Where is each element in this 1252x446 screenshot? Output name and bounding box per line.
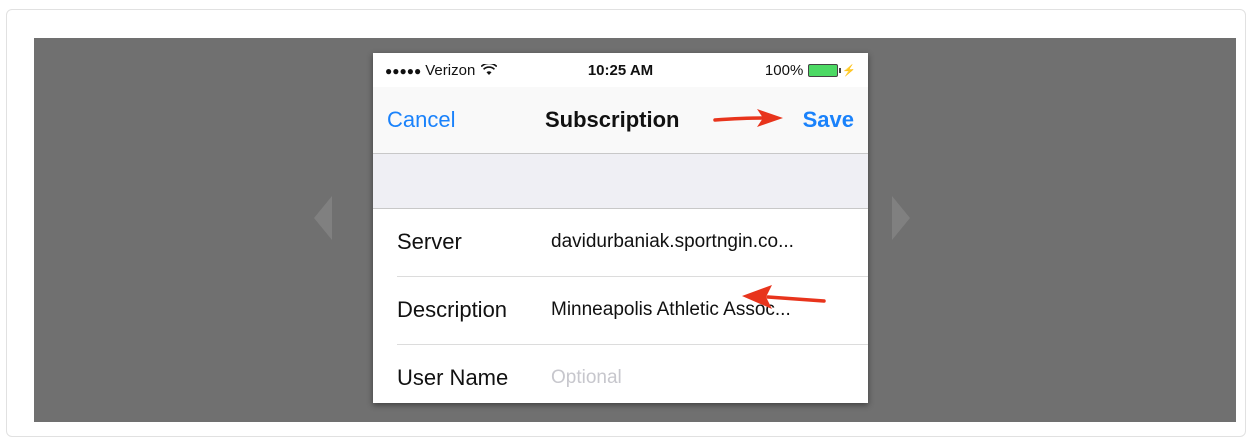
battery-icon <box>808 64 842 77</box>
arrow-to-save-icon <box>713 109 783 127</box>
status-bar: ●●●●● Verizon 10:25 AM 100% ⚡ <box>373 53 868 87</box>
background-right-arrow-icon <box>892 196 910 240</box>
user-name-label: User Name <box>397 365 509 390</box>
cancel-button[interactable]: Cancel <box>387 107 455 133</box>
battery-percent: 100% <box>764 62 804 79</box>
user-name-field[interactable] <box>551 367 851 389</box>
background-left-arrow-icon <box>314 196 332 240</box>
server-label: Server <box>397 229 462 254</box>
page-title: Subscription <box>545 107 680 132</box>
save-button[interactable]: Save <box>803 107 854 133</box>
arrow-to-description-icon <box>742 285 826 309</box>
section-spacer <box>373 154 868 209</box>
bolt-icon: ⚡ <box>842 65 856 77</box>
navigation-bar: Cancel Subscription Save <box>373 87 868 154</box>
ios-screen: ●●●●● Verizon 10:25 AM 100% ⚡ Cancel Sub… <box>373 53 868 403</box>
server-row[interactable]: Server <box>397 209 868 277</box>
status-right: 100% ⚡ <box>765 62 856 79</box>
user-name-row[interactable]: User Name <box>397 345 868 403</box>
server-field[interactable] <box>551 231 851 253</box>
description-label: Description <box>397 297 508 322</box>
